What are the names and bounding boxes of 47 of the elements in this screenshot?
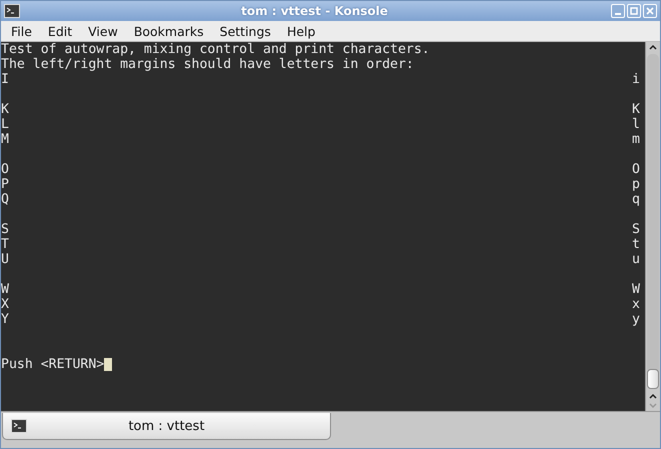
session-tab[interactable]: tom : vttest bbox=[2, 413, 331, 440]
terminal-line: O bbox=[1, 162, 9, 177]
terminal-text: u bbox=[632, 252, 640, 267]
terminal-line: P bbox=[1, 177, 9, 192]
scrollbar-thumb[interactable] bbox=[647, 369, 659, 389]
terminal-line: The left/right margins should have letters in order: bbox=[1, 57, 414, 72]
close-button[interactable] bbox=[643, 4, 657, 18]
terminal-text: p bbox=[632, 177, 640, 192]
menu-item[interactable]: Edit bbox=[40, 24, 80, 38]
terminal-line: K bbox=[1, 102, 9, 117]
terminal-text: t bbox=[632, 237, 640, 252]
window-title: tom : vttest - Konsole bbox=[240, 4, 389, 18]
terminal-line: W bbox=[1, 282, 9, 297]
terminal-line: L bbox=[1, 117, 9, 132]
terminal-text: q bbox=[632, 192, 640, 207]
terminal-text: W bbox=[632, 282, 640, 297]
terminal-icon bbox=[4, 4, 20, 18]
menu-item[interactable]: File bbox=[3, 24, 40, 38]
terminal-text: S bbox=[632, 222, 640, 237]
terminal-line: I bbox=[1, 72, 9, 87]
close-icon bbox=[646, 7, 654, 15]
terminal-text: i bbox=[632, 72, 640, 87]
terminal-line: S bbox=[1, 222, 9, 237]
terminal-text: K bbox=[632, 102, 640, 117]
menu-item[interactable]: Help bbox=[278, 24, 324, 38]
maximize-button[interactable] bbox=[627, 4, 641, 18]
terminal-text: m bbox=[632, 132, 640, 147]
terminal-text: x bbox=[632, 297, 640, 312]
terminal-line: Push <RETURN> bbox=[1, 357, 112, 372]
terminal-line: Q bbox=[1, 192, 9, 207]
menu-item[interactable]: View bbox=[80, 24, 126, 38]
terminal-line: X bbox=[1, 297, 9, 312]
terminal-line: M bbox=[1, 132, 9, 147]
terminal-text: O bbox=[632, 162, 640, 177]
minimize-button[interactable] bbox=[611, 4, 625, 18]
terminal-text: l bbox=[632, 117, 640, 132]
menu-item[interactable]: Settings bbox=[212, 24, 279, 38]
terminal-line: Y bbox=[1, 312, 9, 327]
scroll-up-icon[interactable] bbox=[647, 42, 659, 52]
terminal-text: y bbox=[632, 312, 640, 327]
terminal-line: T bbox=[1, 237, 9, 252]
menu-item[interactable]: Bookmarks bbox=[126, 24, 212, 38]
scroll-up-icon[interactable] bbox=[647, 391, 659, 401]
terminal-line: U bbox=[1, 252, 9, 267]
terminal-icon bbox=[11, 419, 27, 433]
terminal-line: Test of autowrap, mixing control and print characters. bbox=[1, 42, 430, 57]
maximize-icon bbox=[630, 7, 638, 15]
